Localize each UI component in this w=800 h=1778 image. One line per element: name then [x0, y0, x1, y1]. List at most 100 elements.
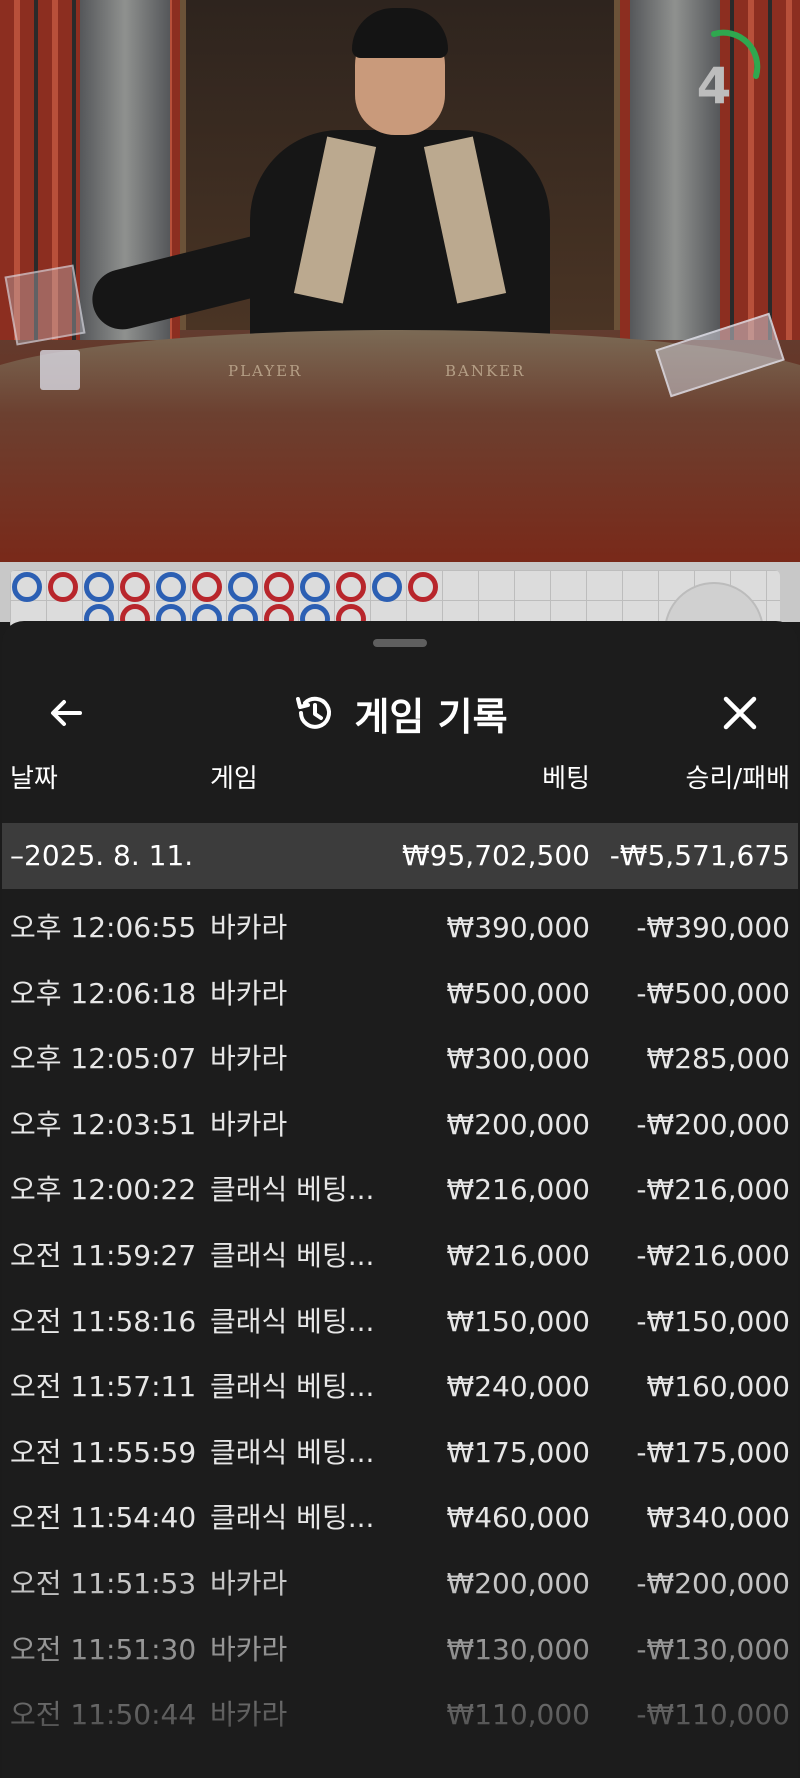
row-game: 클래식 베팅... [210, 1304, 375, 1338]
history-row[interactable]: 오후 12:06:18 바카라 ₩500,000 -₩500,000 [2, 961, 798, 1027]
summary-bet-total: ₩95,702,500 [401, 839, 590, 872]
row-result: ₩160,000 [646, 1370, 790, 1404]
banker-bead [264, 572, 294, 602]
banker-bead [120, 572, 150, 602]
row-result: -₩130,000 [636, 1632, 790, 1666]
row-time: 오전 11:59:27 [10, 1238, 197, 1272]
history-row[interactable]: 오후 12:05:07 바카라 ₩300,000 ₩285,000 [2, 1026, 798, 1092]
row-time: 오후 12:06:18 [10, 976, 197, 1010]
card-stack [40, 350, 80, 390]
card-shoe-left [4, 264, 86, 346]
history-row[interactable]: 오후 12:03:51 바카라 ₩200,000 -₩200,000 [2, 1092, 798, 1158]
history-row[interactable]: 오후 12:06:55 바카라 ₩390,000 -₩390,000 [2, 895, 798, 961]
row-time: 오후 12:00:22 [10, 1173, 197, 1207]
row-bet: ₩200,000 [446, 1566, 590, 1600]
row-bet: ₩175,000 [446, 1435, 590, 1469]
player-bead [300, 572, 330, 602]
row-result: -₩500,000 [636, 976, 790, 1010]
history-row[interactable]: 오전 11:59:27 클래식 베팅... ₩216,000 -₩216,000 [2, 1223, 798, 1289]
close-button[interactable] [712, 685, 768, 741]
history-row[interactable]: 오전 11:51:53 바카라 ₩200,000 -₩200,000 [2, 1551, 798, 1617]
drag-handle[interactable] [373, 639, 427, 647]
row-game: 클래식 베팅... [210, 1370, 375, 1404]
summary-date: –2025. 8. 11. [10, 839, 194, 872]
row-result: -₩175,000 [636, 1435, 790, 1469]
row-bet: ₩390,000 [446, 911, 590, 944]
row-time: 오전 11:50:44 [10, 1698, 197, 1732]
history-icon [296, 696, 332, 729]
sheet-title-group: 게임 기록 [2, 687, 798, 739]
row-result: -₩216,000 [636, 1238, 790, 1272]
row-game: 바카라 [210, 976, 288, 1010]
row-time: 오전 11:57:11 [10, 1370, 197, 1404]
history-row[interactable]: 오전 11:58:16 클래식 베팅... ₩150,000 -₩150,000 [2, 1289, 798, 1355]
table-player-label: PLAYER [228, 362, 303, 380]
row-result: -₩200,000 [636, 1107, 790, 1141]
row-bet: ₩110,000 [446, 1698, 590, 1732]
history-row[interactable]: 오전 11:50:44 바카라 ₩110,000 -₩110,000 [2, 1682, 798, 1748]
row-game: 클래식 베팅... [210, 1435, 375, 1469]
row-time: 오전 11:58:16 [10, 1304, 197, 1338]
column-game: 게임 [210, 764, 258, 794]
row-time: 오후 12:03:51 [10, 1107, 197, 1141]
countdown-timer: 4 [696, 57, 732, 115]
row-bet: ₩500,000 [446, 976, 590, 1010]
banker-bead [192, 572, 222, 602]
player-bead [12, 572, 42, 602]
column-result: 승리/패배 [685, 764, 790, 794]
player-bead [84, 572, 114, 602]
row-game: 바카라 [210, 1042, 288, 1076]
row-game: 바카라 [210, 911, 288, 944]
row-bet: ₩130,000 [446, 1632, 590, 1666]
row-game: 클래식 베팅... [210, 1238, 375, 1272]
row-game: 바카라 [210, 1632, 288, 1666]
dealer-body [250, 130, 550, 360]
row-bet: ₩216,000 [446, 1238, 590, 1272]
banker-bead [336, 572, 366, 602]
live-video-feed: PLAYER BANKER 4 [0, 0, 800, 562]
row-time: 오후 12:05:07 [10, 1042, 197, 1076]
history-row[interactable]: 오후 12:00:22 클래식 베팅... ₩216,000 -₩216,000 [2, 1157, 798, 1223]
row-time: 오전 11:55:59 [10, 1435, 197, 1469]
row-result: -₩200,000 [636, 1566, 790, 1600]
sheet-header: 게임 기록 [2, 663, 798, 773]
player-bead [372, 572, 402, 602]
row-bet: ₩150,000 [446, 1304, 590, 1338]
row-result: -₩216,000 [636, 1173, 790, 1207]
row-bet: ₩216,000 [446, 1173, 590, 1207]
player-bead [228, 572, 258, 602]
row-bet: ₩300,000 [446, 1042, 590, 1076]
history-row[interactable]: 오전 11:55:59 클래식 베팅... ₩175,000 -₩175,000 [2, 1420, 798, 1486]
row-result: ₩340,000 [646, 1501, 790, 1535]
player-bead [156, 572, 186, 602]
summary-result-total: -₩5,571,675 [609, 839, 790, 872]
row-time: 오후 12:06:55 [10, 911, 197, 944]
history-row[interactable]: 오전 11:57:11 클래식 베팅... ₩240,000 ₩160,000 [2, 1354, 798, 1420]
row-result: -₩110,000 [636, 1698, 790, 1732]
row-result: -₩390,000 [636, 911, 790, 944]
sheet-title: 게임 기록 [354, 694, 508, 739]
row-time: 오전 11:54:40 [10, 1501, 197, 1535]
row-result: ₩285,000 [646, 1042, 790, 1076]
row-result: -₩150,000 [636, 1304, 790, 1338]
row-game: 바카라 [210, 1698, 288, 1732]
history-row[interactable]: 오전 11:54:40 클래식 베팅... ₩460,000 ₩340,000 [2, 1485, 798, 1551]
close-icon [723, 696, 757, 730]
game-history-sheet: 게임 기록 날짜 게임 베팅 승리/패배 –2025. 8. 11. ₩95,7… [2, 621, 798, 1778]
row-game: 바카라 [210, 1107, 288, 1141]
banker-bead [48, 572, 78, 602]
banker-bead [408, 572, 438, 602]
row-time: 오전 11:51:53 [10, 1566, 197, 1600]
table-banker-label: BANKER [445, 362, 526, 380]
row-game: 클래식 베팅... [210, 1501, 375, 1535]
row-game: 바카라 [210, 1566, 288, 1600]
column-date: 날짜 [10, 764, 58, 794]
history-list: 오후 12:06:55 바카라 ₩390,000 -₩390,000 오후 12:06:… [2, 895, 798, 1748]
row-bet: ₩240,000 [446, 1370, 590, 1404]
history-row[interactable]: 오전 11:51:30 바카라 ₩130,000 -₩130,000 [2, 1617, 798, 1683]
row-bet: ₩200,000 [446, 1107, 590, 1141]
table-header: 날짜 게임 베팅 승리/패배 [2, 758, 798, 808]
date-summary-row[interactable]: –2025. 8. 11. ₩95,702,500 -₩5,571,675 [2, 823, 798, 889]
column-bet: 베팅 [542, 764, 590, 794]
row-bet: ₩460,000 [446, 1501, 590, 1535]
